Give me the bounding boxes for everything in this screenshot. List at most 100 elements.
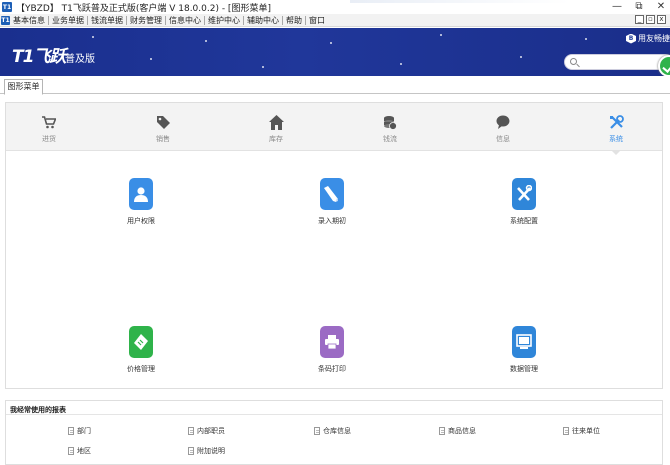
document-icon — [439, 427, 445, 435]
active-category-indicator — [612, 151, 620, 155]
star-decoration — [520, 56, 522, 58]
wrench-icon — [512, 178, 536, 210]
function-label: 价格管理 — [127, 365, 155, 373]
category-purchase[interactable]: 进货 — [19, 113, 79, 144]
pencil-icon — [320, 178, 344, 210]
menu-info-center[interactable]: 信息中心 — [166, 15, 205, 25]
document-icon — [563, 427, 569, 435]
report-label: 往来单位 — [572, 427, 600, 435]
document-icon — [68, 427, 74, 435]
mdi-minimize-button[interactable]: _ — [635, 15, 644, 24]
price-tag-icon — [129, 326, 153, 358]
report-label: 内部职员 — [197, 427, 225, 435]
menu-help[interactable]: 帮助 — [283, 15, 306, 25]
brand-icon: B — [626, 33, 636, 44]
report-label: 部门 — [77, 427, 91, 435]
report-link-product[interactable]: 商品信息 — [439, 426, 476, 436]
star-decoration — [262, 66, 264, 68]
category-label: 信息 — [496, 135, 510, 143]
search-icon[interactable] — [570, 58, 577, 65]
report-link-region[interactable]: 地区 — [68, 446, 91, 456]
graphic-menu-panel: 进货 销售 库存 钱流 信息 系统 用户权限 录入期初 系统配置 价格管理 条码… — [5, 102, 663, 389]
frequent-reports-panel: 我经常使用的报表 部门 内部职员 仓库信息 商品信息 往来单位 地区 附加说明 — [5, 400, 663, 465]
category-info[interactable]: 信息 — [473, 113, 533, 144]
chat-bubble-icon — [473, 113, 533, 131]
header-banner: T1飞跃 普及版 B 用友畅捷 — [0, 28, 670, 76]
function-label: 录入期初 — [318, 217, 346, 225]
brand-text: 用友畅捷 — [638, 34, 670, 43]
menu-finance[interactable]: 财务管理 — [127, 15, 166, 25]
menu-basic-info[interactable]: 基本信息 — [10, 15, 49, 25]
maximize-button[interactable]: ⧉ — [634, 1, 644, 13]
report-label: 附加说明 — [197, 447, 225, 455]
func-user-permissions[interactable]: 用户权限 — [106, 178, 176, 226]
brand-label: B 用友畅捷 — [626, 33, 670, 44]
func-system-config[interactable]: 系统配置 — [489, 178, 559, 226]
report-link-department[interactable]: 部门 — [68, 426, 91, 436]
search-input[interactable] — [564, 54, 670, 70]
function-label: 条码打印 — [318, 365, 346, 373]
menu-maintenance[interactable]: 维护中心 — [205, 15, 244, 25]
category-label: 进货 — [42, 135, 56, 143]
star-decoration — [150, 58, 152, 60]
cart-icon — [19, 113, 79, 131]
document-icon — [68, 447, 74, 455]
function-label: 系统配置 — [510, 217, 538, 225]
report-label: 地区 — [77, 447, 91, 455]
category-inventory[interactable]: 库存 — [246, 113, 306, 144]
document-icon — [188, 447, 194, 455]
star-decoration — [440, 34, 442, 36]
tab-graphic-menu[interactable]: 图形菜单 — [4, 79, 43, 95]
divider — [6, 414, 662, 415]
star-decoration — [205, 40, 207, 42]
document-icon[interactable]: T1 — [1, 15, 10, 25]
report-label: 仓库信息 — [323, 427, 351, 435]
home-icon — [246, 113, 306, 131]
window-controls: — ⧉ ✕ — [612, 0, 666, 14]
title-bar-decoration — [350, 0, 570, 3]
func-data-management[interactable]: 数据管理 — [489, 326, 559, 374]
product-logo: T1飞跃 — [12, 47, 66, 67]
monitor-icon — [512, 326, 536, 358]
report-link-contact-units[interactable]: 往来单位 — [563, 426, 600, 436]
tag-icon — [133, 113, 193, 131]
report-link-notes[interactable]: 附加说明 — [188, 446, 225, 456]
app-logo-icon: T1 — [2, 2, 12, 12]
printer-icon — [320, 326, 344, 358]
category-bar: 进货 销售 库存 钱流 信息 系统 — [6, 103, 662, 151]
menu-bar: T1 基本信息 业务单据 钱流单据 财务管理 信息中心 维护中心 辅助中心 帮助… — [0, 14, 670, 27]
category-system[interactable]: 系统 — [586, 113, 646, 144]
category-label: 库存 — [269, 135, 283, 143]
func-opening-entry[interactable]: 录入期初 — [297, 178, 367, 226]
func-price-management[interactable]: 价格管理 — [106, 326, 176, 374]
window-title: 【YBZD】 T1飞跃普及正式版(客户端 V 18.0.0.2) - [图形菜单… — [16, 3, 271, 14]
report-link-warehouse[interactable]: 仓库信息 — [314, 426, 351, 436]
tools-icon — [586, 113, 646, 131]
function-label: 用户权限 — [127, 217, 155, 225]
func-barcode-print[interactable]: 条码打印 — [297, 326, 367, 374]
report-link-staff[interactable]: 内部职员 — [188, 426, 225, 436]
category-label: 钱流 — [383, 135, 397, 143]
menu-cashflow-docs[interactable]: 钱流单据 — [88, 15, 127, 25]
star-decoration — [400, 63, 402, 65]
category-label: 系统 — [609, 135, 623, 143]
menu-auxiliary[interactable]: 辅助中心 — [244, 15, 283, 25]
document-icon — [314, 427, 320, 435]
user-icon — [129, 178, 153, 210]
category-cashflow[interactable]: 钱流 — [360, 113, 420, 144]
menu-business-docs[interactable]: 业务单据 — [49, 15, 88, 25]
category-label: 销售 — [156, 135, 170, 143]
star-decoration — [585, 38, 587, 40]
mdi-controls: _ ▫ x — [635, 15, 666, 24]
mdi-restore-button[interactable]: ▫ — [646, 15, 655, 24]
title-bar: T1 【YBZD】 T1飞跃普及正式版(客户端 V 18.0.0.2) - [图… — [0, 0, 670, 14]
function-label: 数据管理 — [510, 365, 538, 373]
close-button[interactable]: ✕ — [656, 1, 666, 13]
minimize-button[interactable]: — — [612, 1, 622, 13]
menu-window[interactable]: 窗口 — [306, 16, 328, 25]
star-decoration — [330, 42, 332, 44]
product-edition: 普及版 — [65, 54, 95, 65]
category-sales[interactable]: 销售 — [133, 113, 193, 144]
report-label: 商品信息 — [448, 427, 476, 435]
mdi-close-button[interactable]: x — [657, 15, 666, 24]
